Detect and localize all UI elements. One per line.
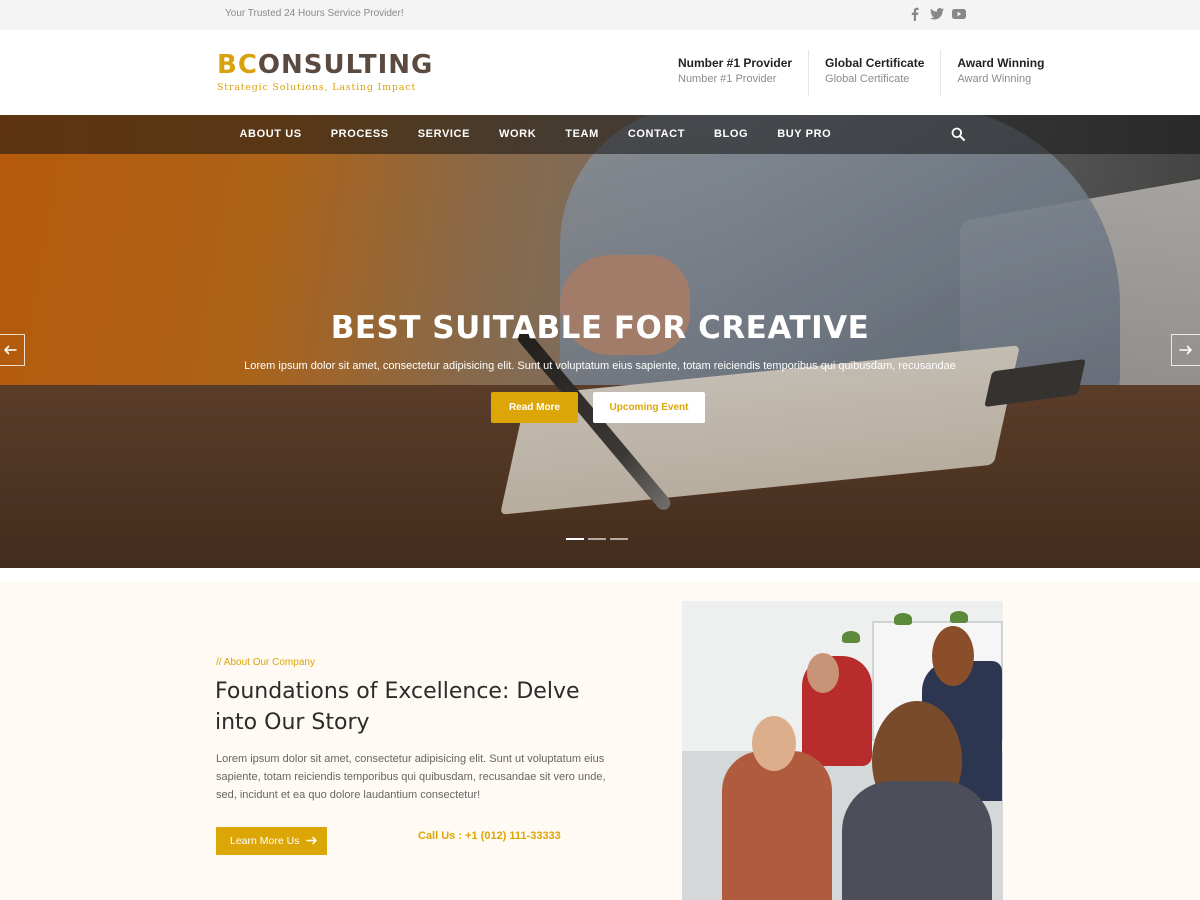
arrow-right-icon <box>1179 345 1192 355</box>
site-header: BCONSULTING Strategic Solutions, Lasting… <box>0 30 1200 115</box>
about-image <box>682 601 1003 900</box>
slider-prev-button[interactable] <box>0 334 25 366</box>
nav-item-about-us[interactable]: ABOUT US <box>225 115 316 154</box>
nav-item-team[interactable]: TEAM <box>551 115 614 154</box>
feature-item: Global Certificate Global Certificate <box>808 50 940 96</box>
feature-subtitle: Global Certificate <box>825 73 910 85</box>
feature-item: Number #1 Provider Number #1 Provider <box>662 50 808 96</box>
arrow-left-icon <box>4 345 17 355</box>
logo-text: ONSULTING <box>257 50 434 80</box>
feature-title: Global Certificate <box>825 56 925 70</box>
slider-dot[interactable] <box>588 538 606 540</box>
nav-item-work[interactable]: WORK <box>485 115 551 154</box>
hero-text: Lorem ipsum dolor sit amet, consectetur … <box>244 360 956 372</box>
twitter-icon[interactable] <box>930 6 944 22</box>
upcoming-event-button[interactable]: Upcoming Event <box>593 392 705 423</box>
youtube-icon[interactable] <box>952 6 966 22</box>
main-nav: ABOUT US PROCESS SERVICE WORK TEAM CONTA… <box>0 115 1200 154</box>
feature-title: Number #1 Provider <box>678 56 793 70</box>
nav-item-service[interactable]: SERVICE <box>403 115 484 154</box>
about-eyebrow: // About Our Company <box>216 657 315 668</box>
top-bar: Your Trusted 24 Hours Service Provider! <box>0 0 1200 30</box>
slider-next-button[interactable] <box>1171 334 1200 366</box>
logo[interactable]: BCONSULTING Strategic Solutions, Lasting… <box>217 50 433 93</box>
feature-item: Award Winning Award Winning <box>940 50 1060 96</box>
nav-item-blog[interactable]: BLOG <box>700 115 763 154</box>
logo-tagline: Strategic Solutions, Lasting Impact <box>217 82 416 93</box>
hero-content: BEST SUITABLE FOR CREATIVE Lorem ipsum d… <box>0 115 1200 568</box>
learn-more-label: Learn More Us <box>230 835 300 847</box>
call-us-text[interactable]: Call Us : +1 (012) 111-33333 <box>418 830 561 842</box>
feature-subtitle: Number #1 Provider <box>678 73 777 85</box>
nav-item-buy-pro[interactable]: BUY PRO <box>763 115 846 154</box>
feature-subtitle: Award Winning <box>957 73 1032 85</box>
header-features: Number #1 Provider Number #1 Provider Gl… <box>662 50 1060 96</box>
arrow-right-icon <box>306 836 318 845</box>
slider-dot[interactable] <box>610 538 628 540</box>
tagline: Your Trusted 24 Hours Service Provider! <box>225 8 404 19</box>
slider-dot[interactable] <box>566 538 584 540</box>
hero-title: BEST SUITABLE FOR CREATIVE <box>330 310 870 346</box>
about-paragraph: Lorem ipsum dolor sit amet, consectetur … <box>216 753 606 801</box>
logo-bc: BC <box>217 50 258 80</box>
facebook-icon[interactable] <box>908 6 922 22</box>
read-more-button[interactable]: Read More <box>491 392 578 423</box>
feature-title: Award Winning <box>957 56 1045 70</box>
nav-menu: ABOUT US PROCESS SERVICE WORK TEAM CONTA… <box>225 115 846 154</box>
about-section: // About Our Company Foundations of Exce… <box>0 582 1200 900</box>
nav-item-contact[interactable]: CONTACT <box>613 115 699 154</box>
social-links <box>908 6 966 22</box>
about-heading: Foundations of Excellence: Delve into Ou… <box>215 679 580 735</box>
search-icon[interactable] <box>951 127 967 143</box>
learn-more-button[interactable]: Learn More Us <box>216 827 327 855</box>
nav-item-process[interactable]: PROCESS <box>316 115 403 154</box>
slider-dots <box>566 538 628 540</box>
